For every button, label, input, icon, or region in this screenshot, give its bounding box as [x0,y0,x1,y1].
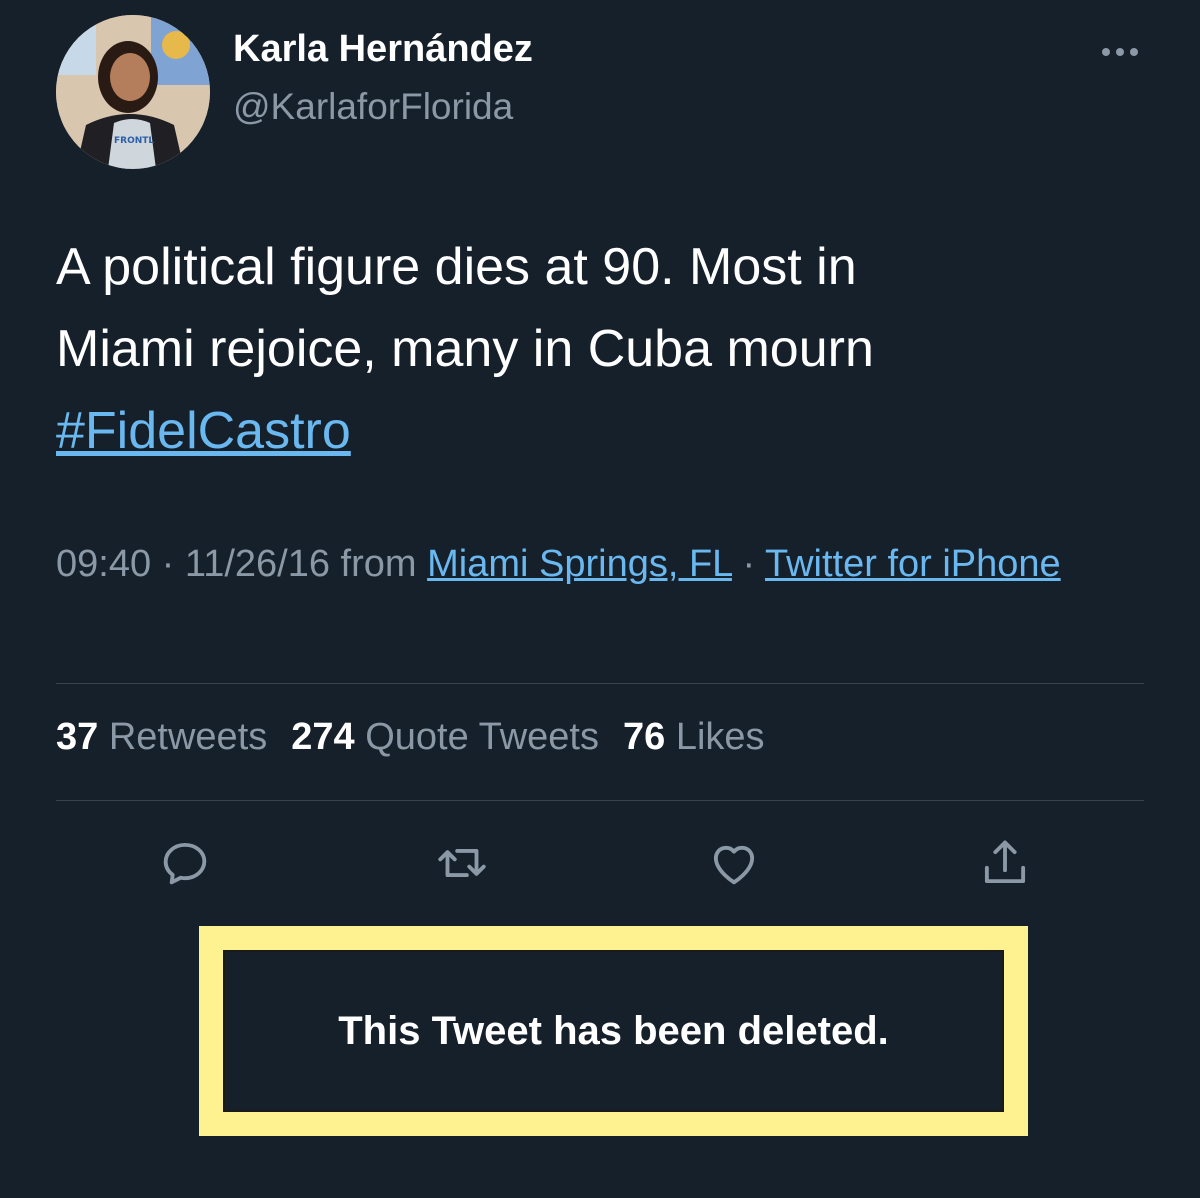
tweet-meta: 09:40 · 11/26/16 from Miami Springs, FL … [56,535,1146,593]
share-icon [984,840,1026,884]
svg-text:FRONTL: FRONTL [114,136,154,146]
divider [56,683,1144,684]
likes-label: Likes [675,716,765,758]
tweet-detail-page: FRONTL Karla Hernández @KarlaforFlorida … [0,0,1200,1198]
quote-tweets-stat[interactable]: 274 Quote Tweets [291,716,599,758]
location-link[interactable]: Miami Springs, FL [427,543,732,585]
tweet-stats: 37 Retweets 274 Quote Tweets 76 Likes [56,716,765,759]
heart-icon [713,845,755,885]
source-link[interactable]: Twitter for iPhone [765,543,1061,585]
meta-separator: · [161,543,175,585]
tweet-time: 09:40 [56,543,152,585]
author-handle[interactable]: @KarlaforFlorida [233,86,513,128]
more-dot-icon [1116,48,1124,56]
tweet-date: 11/26/16 [184,543,330,585]
quote-tweets-label: Quote Tweets [365,716,599,758]
tweet-text-line: A political figure dies at 90. Most in [56,238,857,296]
like-button[interactable] [699,828,769,898]
deleted-notice-highlight: This Tweet has been deleted. [199,926,1028,1136]
tweet-text: A political figure dies at 90. Most in M… [56,226,1146,472]
reply-icon [163,842,207,885]
retweets-count: 37 [56,716,99,758]
likes-stat[interactable]: 76 Likes [623,716,765,758]
share-button[interactable] [970,828,1040,898]
more-dot-icon [1130,48,1138,56]
deleted-message: This Tweet has been deleted. [338,1008,889,1053]
author-display-name[interactable]: Karla Hernández [233,28,533,71]
quote-tweets-count: 274 [291,716,355,758]
avatar[interactable]: FRONTL [56,15,210,169]
retweets-stat[interactable]: 37 Retweets [56,716,267,758]
more-dot-icon [1102,48,1110,56]
from-label: from [340,543,417,585]
retweet-icon [438,848,486,878]
tweet-text-line: Miami rejoice, many in Cuba mourn [56,320,874,378]
retweets-label: Retweets [108,716,268,758]
divider [56,800,1144,801]
likes-count: 76 [623,716,666,758]
meta-separator: · [742,543,756,585]
reply-button[interactable] [150,828,220,898]
deleted-notice: This Tweet has been deleted. [223,950,1004,1112]
retweet-button[interactable] [427,828,497,898]
hashtag-link[interactable]: #FidelCastro [56,402,351,460]
avatar-photo: FRONTL [56,15,210,169]
more-options-button[interactable] [1088,30,1152,74]
